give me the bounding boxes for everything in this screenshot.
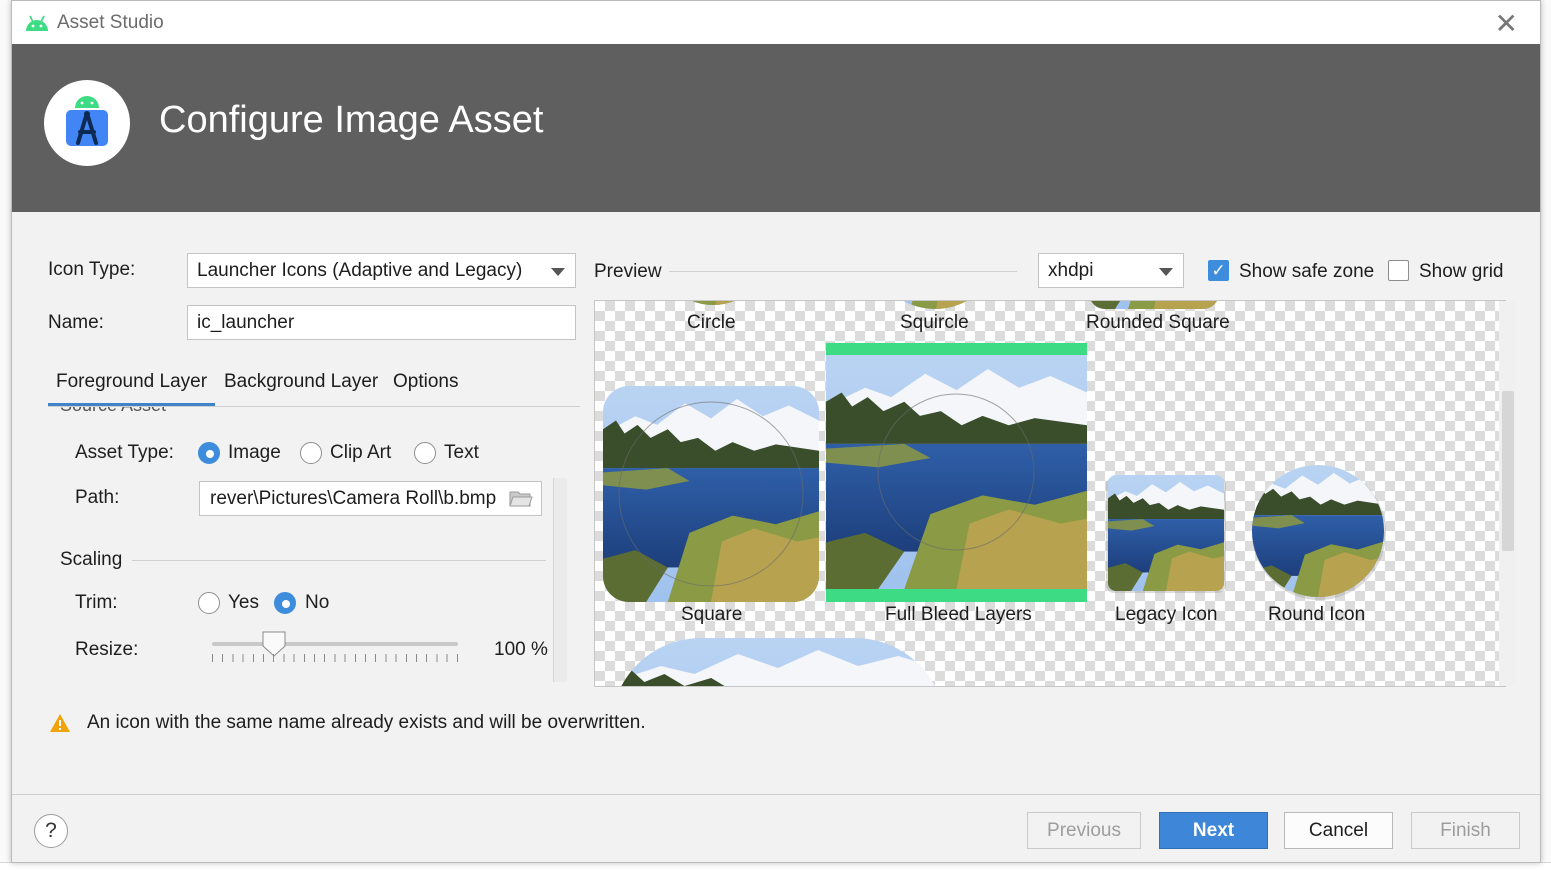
page-title: Configure Image Asset	[159, 99, 544, 141]
trim-yes-radio[interactable]	[198, 592, 220, 614]
chevron-down-icon	[551, 268, 565, 276]
preview-scrollbar-thumb[interactable]	[1502, 391, 1514, 551]
cancel-button[interactable]: Cancel	[1284, 812, 1393, 849]
icon-preview-panel: Circle Squircle Rounded Square Square Fu…	[594, 300, 1506, 687]
asset-type-image-radio[interactable]	[198, 442, 220, 464]
warning-icon	[50, 714, 70, 732]
asset-type-text-label[interactable]: Text	[444, 442, 479, 464]
tab-options[interactable]: Options	[393, 371, 458, 393]
icon-type-label: Icon Type:	[48, 259, 136, 280]
asset-type-image-label[interactable]: Image	[228, 442, 281, 464]
android-studio-icon	[66, 96, 108, 146]
show-safe-zone-checkbox[interactable]: ✓	[1208, 260, 1229, 281]
preview-label-round-icon: Round Icon	[1268, 604, 1366, 625]
trim-no-radio[interactable]	[274, 592, 296, 614]
path-field[interactable]: rever\Pictures\Camera Roll\b.bmp	[199, 481, 542, 516]
preview-label: Preview	[594, 261, 662, 282]
show-grid-checkbox[interactable]	[1388, 260, 1409, 281]
show-safe-zone-label[interactable]: Show safe zone	[1239, 261, 1374, 283]
trim-yes-label[interactable]: Yes	[228, 592, 259, 614]
icon-preview-images	[603, 301, 1386, 686]
preview-label-squircle: Squircle	[900, 312, 969, 333]
preview-label-full-bleed-layers: Full Bleed Layers	[885, 604, 1032, 625]
folder-icon[interactable]	[509, 490, 533, 508]
resize-slider-ticks	[212, 654, 460, 662]
overwrite-warning: An icon with the same name already exist…	[87, 712, 646, 733]
resize-value: 100 %	[494, 639, 548, 660]
resize-slider-track[interactable]	[212, 642, 458, 646]
tab-foreground-layer[interactable]: Foreground Layer	[48, 371, 216, 406]
next-button[interactable]: Next	[1159, 812, 1268, 849]
density-dropdown[interactable]: xhdpi	[1038, 253, 1184, 288]
preview-scrollbar[interactable]	[1499, 301, 1516, 686]
android-icon	[26, 15, 48, 31]
scaling-divider	[132, 560, 546, 561]
source-asset-header: Source Asset	[60, 407, 200, 417]
asset-type-clipart-radio[interactable]	[300, 442, 322, 464]
density-value: xhdpi	[1048, 260, 1094, 281]
chevron-down-icon	[1159, 268, 1173, 276]
asset-type-clipart-label[interactable]: Clip Art	[330, 442, 391, 464]
resize-label: Resize:	[75, 639, 139, 660]
trim-no-label[interactable]: No	[305, 592, 329, 614]
asset-type-text-radio[interactable]	[414, 442, 436, 464]
preview-divider	[669, 271, 1017, 272]
title-bar: Asset Studio ✕	[12, 1, 1540, 44]
show-grid-label[interactable]: Show grid	[1419, 261, 1504, 283]
icon-type-dropdown[interactable]: Launcher Icons (Adaptive and Legacy)	[187, 253, 576, 288]
path-label: Path:	[75, 487, 120, 508]
close-icon[interactable]: ✕	[1495, 7, 1518, 40]
trim-label: Trim:	[75, 592, 118, 613]
path-value: rever\Pictures\Camera Roll\b.bmp	[210, 488, 497, 509]
name-value: ic_launcher	[197, 312, 295, 333]
background-window-bottom	[0, 862, 1551, 874]
name-field[interactable]: ic_launcher	[187, 305, 576, 340]
preview-label-rounded-square: Rounded Square	[1086, 312, 1230, 333]
preview-label-square: Square	[681, 604, 743, 625]
preview-label-legacy-icon: Legacy Icon	[1115, 604, 1218, 625]
finish-button[interactable]: Finish	[1411, 812, 1520, 849]
previous-button[interactable]: Previous	[1027, 812, 1141, 849]
asset-studio-dialog: Asset Studio ✕ Configure Image Asset Ico…	[11, 0, 1541, 863]
name-label: Name:	[48, 312, 104, 333]
layer-tabs: Foreground Layer Background Layer Option…	[48, 363, 580, 407]
tab-background-layer[interactable]: Background Layer	[224, 371, 378, 393]
background-window-right	[1540, 0, 1551, 874]
header-banner: Configure Image Asset	[12, 44, 1540, 212]
help-icon[interactable]: ?	[34, 814, 68, 848]
asset-type-label: Asset Type:	[75, 442, 174, 463]
scaling-section-label: Scaling	[60, 549, 123, 570]
settings-scrollbar[interactable]	[553, 478, 567, 682]
icon-type-value: Launcher Icons (Adaptive and Legacy)	[197, 260, 523, 281]
preview-label-circle: Circle	[687, 312, 736, 333]
window-title: Asset Studio	[57, 12, 164, 33]
footer-divider	[12, 794, 1540, 795]
android-studio-logo	[44, 80, 130, 166]
